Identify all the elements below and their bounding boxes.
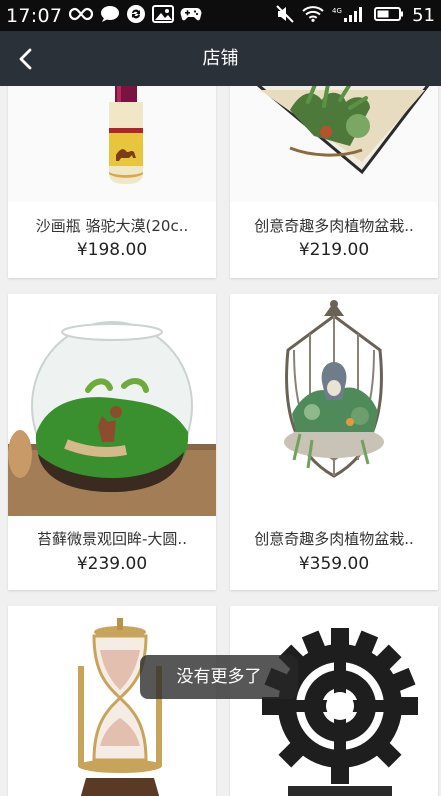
moss-bowl-image — [8, 294, 216, 516]
product-price: ¥219.00 — [298, 240, 370, 260]
product-card[interactable] — [230, 606, 438, 796]
product-image — [230, 86, 438, 202]
product-name: 苔藓微景观回眸-大圆.. — [37, 530, 187, 548]
product-image — [230, 606, 438, 796]
product-image — [8, 86, 216, 202]
hourglass-image — [8, 606, 216, 796]
app-bar: 店铺 — [0, 31, 441, 86]
product-price: ¥198.00 — [76, 240, 148, 260]
sand-bottle-image — [8, 86, 216, 202]
product-name: 创意奇趣多肉植物盆栽.. — [254, 530, 414, 548]
product-image — [8, 294, 216, 516]
gamepad-icon — [180, 6, 202, 26]
product-name: 沙画瓶 骆驼大漠(20c.. — [35, 217, 189, 235]
geometric-terrarium-image — [230, 86, 438, 202]
chat-icon — [100, 5, 120, 27]
product-name: 创意奇趣多肉植物盆栽.. — [254, 217, 414, 235]
no-more-toast: 没有更多了 — [140, 655, 298, 699]
product-price: ¥239.00 — [76, 554, 148, 574]
product-card[interactable] — [8, 606, 216, 796]
product-card[interactable]: 沙画瓶 骆驼大漠(20c.. ¥198.00 — [8, 86, 216, 278]
battery-level: 51 — [412, 5, 435, 26]
sync-icon — [126, 4, 146, 28]
product-image — [8, 606, 216, 796]
loop-icon — [68, 6, 94, 25]
status-bar: 17:07 4G 51 — [0, 0, 441, 31]
product-card[interactable]: 创意奇趣多肉植物盆栽.. ¥359.00 — [230, 294, 438, 590]
gear-ornament-image — [230, 606, 438, 796]
product-price: ¥359.00 — [298, 554, 370, 574]
birdcage-image — [230, 294, 438, 516]
product-card[interactable]: 创意奇趣多肉植物盆栽.. ¥219.00 — [230, 86, 438, 278]
gallery-icon — [152, 4, 175, 27]
svg-text:4G: 4G — [332, 7, 342, 15]
status-time: 17:07 — [6, 4, 63, 27]
signal-icon: 4G — [332, 5, 366, 27]
wifi-icon — [302, 5, 324, 26]
page-title: 店铺 — [202, 48, 239, 69]
mute-icon — [276, 4, 294, 27]
product-card[interactable]: 苔藓微景观回眸-大圆.. ¥239.00 — [8, 294, 216, 590]
battery-icon — [374, 6, 404, 26]
product-image — [230, 294, 438, 516]
